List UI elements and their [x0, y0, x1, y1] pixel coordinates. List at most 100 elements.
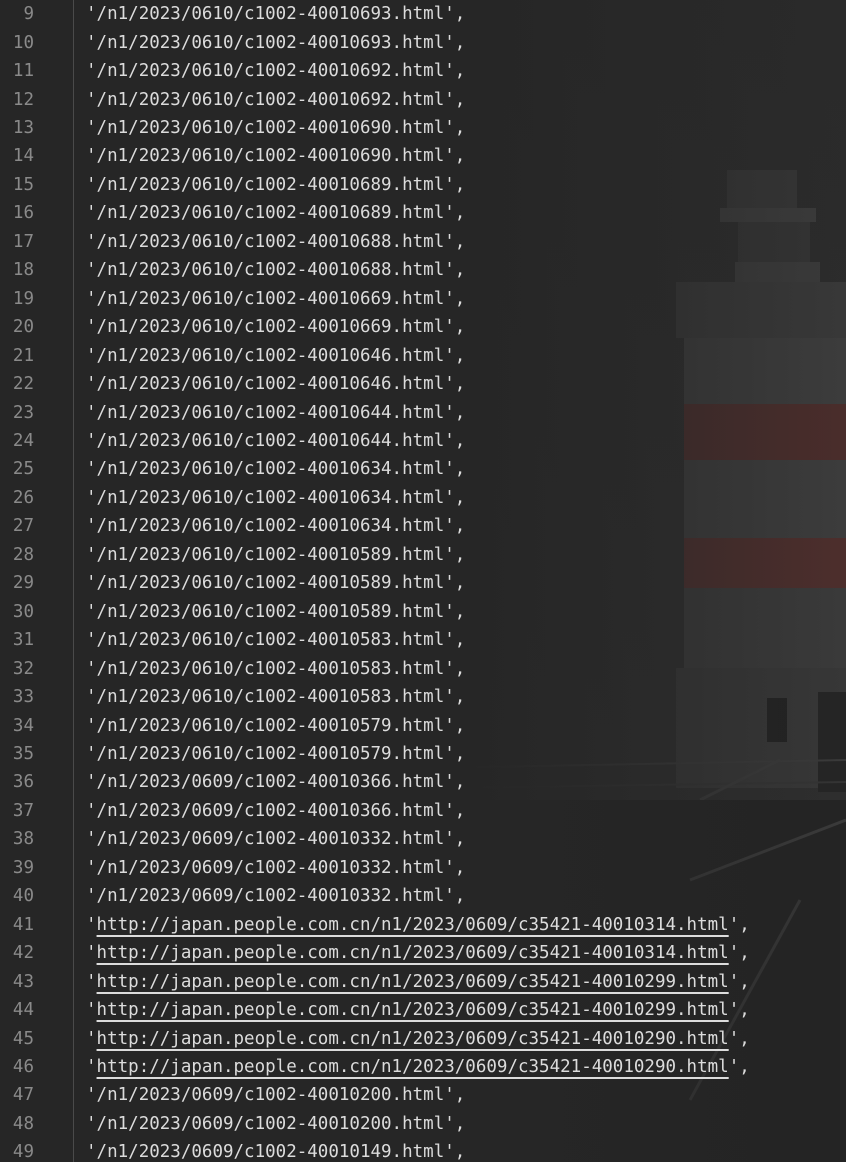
code-line[interactable]: 42 'http://japan.people.com.cn/n1/2023/06… — [0, 939, 846, 967]
code-text[interactable]: '/n1/2023/0609/c1002-40010200.html', — [86, 1114, 465, 1134]
code-text[interactable]: '/n1/2023/0610/c1002-40010583.html', — [86, 659, 465, 679]
code-line[interactable]: 18 '/n1/2023/0610/c1002-40010688.html', — [0, 256, 846, 284]
string-quote-open: ' — [86, 744, 97, 764]
code-line[interactable]: 45 'http://japan.people.com.cn/n1/2023/06… — [0, 1024, 846, 1052]
string-quote-close: ', — [444, 487, 466, 508]
code-text[interactable]: '/n1/2023/0609/c1002-40010200.html', — [86, 1085, 465, 1105]
code-line[interactable]: 47 '/n1/2023/0609/c1002-40010200.html', — [0, 1081, 846, 1109]
code-line[interactable]: 19 '/n1/2023/0610/c1002-40010669.html', — [0, 285, 846, 313]
string-quote-close: ', — [444, 744, 466, 764]
code-text[interactable]: '/n1/2023/0609/c1002-40010332.html', — [86, 829, 465, 849]
code-text[interactable]: 'http://japan.people.com.cn/n1/2023/0609… — [86, 1029, 750, 1049]
code-text[interactable]: '/n1/2023/0610/c1002-40010579.html', — [86, 716, 465, 736]
code-line[interactable]: 43 'http://japan.people.com.cn/n1/2023/06… — [0, 967, 846, 995]
path-string: /n1/2023/0610/c1002-40010589.html — [96, 544, 445, 565]
code-text[interactable]: '/n1/2023/0609/c1002-40010149.html', — [86, 1142, 465, 1162]
url-link[interactable]: http://japan.people.com.cn/n1/2023/0609/… — [97, 1029, 729, 1049]
code-text[interactable]: '/n1/2023/0609/c1002-40010332.html', — [86, 858, 465, 878]
string-quote-open: ' — [86, 829, 97, 850]
url-link[interactable]: http://japan.people.com.cn/n1/2023/0609/… — [97, 943, 729, 963]
code-text[interactable]: '/n1/2023/0610/c1002-40010690.html', — [86, 146, 465, 166]
code-line[interactable]: 26 '/n1/2023/0610/c1002-40010634.html', — [0, 484, 846, 512]
url-link[interactable]: http://japan.people.com.cn/n1/2023/0609/… — [97, 1000, 729, 1020]
code-line[interactable]: 29 '/n1/2023/0610/c1002-40010589.html', — [0, 569, 846, 597]
code-text[interactable]: '/n1/2023/0609/c1002-40010332.html', — [86, 886, 465, 906]
code-text[interactable]: '/n1/2023/0610/c1002-40010669.html', — [86, 289, 465, 309]
code-line[interactable]: 32 '/n1/2023/0610/c1002-40010583.html', — [0, 654, 846, 682]
code-editor[interactable]: 9 '/n1/2023/0610/c1002-40010693.html', 10 '… — [0, 0, 846, 1162]
code-text[interactable]: 'http://japan.people.com.cn/n1/2023/0609… — [86, 972, 750, 992]
code-line[interactable]: 9 '/n1/2023/0610/c1002-40010693.html', — [0, 0, 846, 28]
code-line[interactable]: 38 '/n1/2023/0609/c1002-40010332.html', — [0, 825, 846, 853]
code-text[interactable]: '/n1/2023/0610/c1002-40010589.html', — [86, 545, 465, 565]
code-line[interactable]: 30 '/n1/2023/0610/c1002-40010589.html', — [0, 598, 846, 626]
code-line[interactable]: 17 '/n1/2023/0610/c1002-40010688.html', — [0, 228, 846, 256]
code-text[interactable]: '/n1/2023/0610/c1002-40010692.html', — [86, 90, 465, 110]
code-line[interactable]: 41 'http://japan.people.com.cn/n1/2023/06… — [0, 911, 846, 939]
code-text[interactable]: 'http://japan.people.com.cn/n1/2023/0609… — [86, 1057, 750, 1077]
code-text[interactable]: '/n1/2023/0610/c1002-40010583.html', — [86, 630, 465, 650]
code-line[interactable]: 20 '/n1/2023/0610/c1002-40010669.html', — [0, 313, 846, 341]
path-string: /n1/2023/0609/c1002-40010200.html — [96, 1085, 445, 1106]
code-line[interactable]: 40 '/n1/2023/0609/c1002-40010332.html', — [0, 882, 846, 910]
code-text[interactable]: '/n1/2023/0610/c1002-40010692.html', — [86, 61, 465, 81]
code-text[interactable]: '/n1/2023/0610/c1002-40010589.html', — [86, 573, 465, 593]
string-quote-close: ', — [444, 800, 466, 821]
code-line[interactable]: 10 '/n1/2023/0610/c1002-40010693.html', — [0, 28, 846, 56]
path-string: /n1/2023/0610/c1002-40010589.html — [96, 573, 445, 594]
code-text[interactable]: '/n1/2023/0610/c1002-40010689.html', — [86, 175, 465, 195]
code-line[interactable]: 27 '/n1/2023/0610/c1002-40010634.html', — [0, 512, 846, 540]
code-text[interactable]: '/n1/2023/0610/c1002-40010634.html', — [86, 488, 465, 508]
code-line[interactable]: 13 '/n1/2023/0610/c1002-40010690.html', — [0, 114, 846, 142]
code-text[interactable]: '/n1/2023/0610/c1002-40010634.html', — [86, 516, 465, 536]
code-text[interactable]: '/n1/2023/0610/c1002-40010688.html', — [86, 232, 465, 252]
url-link[interactable]: http://japan.people.com.cn/n1/2023/0609/… — [97, 915, 729, 935]
code-text[interactable]: '/n1/2023/0610/c1002-40010589.html', — [86, 602, 465, 622]
code-line[interactable]: 15 '/n1/2023/0610/c1002-40010689.html', — [0, 171, 846, 199]
code-line[interactable]: 35 '/n1/2023/0610/c1002-40010579.html', — [0, 740, 846, 768]
code-text[interactable]: '/n1/2023/0609/c1002-40010366.html', — [86, 801, 465, 821]
code-line[interactable]: 25 '/n1/2023/0610/c1002-40010634.html', — [0, 455, 846, 483]
code-line[interactable]: 14 '/n1/2023/0610/c1002-40010690.html', — [0, 142, 846, 170]
code-line[interactable]: 28 '/n1/2023/0610/c1002-40010589.html', — [0, 541, 846, 569]
code-text[interactable]: 'http://japan.people.com.cn/n1/2023/0609… — [86, 915, 750, 935]
code-text[interactable]: '/n1/2023/0610/c1002-40010583.html', — [86, 687, 465, 707]
code-text[interactable]: '/n1/2023/0610/c1002-40010689.html', — [86, 203, 465, 223]
code-line[interactable]: 44 'http://japan.people.com.cn/n1/2023/06… — [0, 996, 846, 1024]
code-text[interactable]: '/n1/2023/0610/c1002-40010579.html', — [86, 744, 465, 764]
code-line[interactable]: 11 '/n1/2023/0610/c1002-40010692.html', — [0, 57, 846, 85]
code-line[interactable]: 36 '/n1/2023/0609/c1002-40010366.html', — [0, 768, 846, 796]
code-line[interactable]: 39 '/n1/2023/0609/c1002-40010332.html', — [0, 854, 846, 882]
code-text[interactable]: '/n1/2023/0610/c1002-40010634.html', — [86, 459, 465, 479]
code-text[interactable]: '/n1/2023/0610/c1002-40010690.html', — [86, 118, 465, 138]
code-line[interactable]: 33 '/n1/2023/0610/c1002-40010583.html', — [0, 683, 846, 711]
code-line[interactable]: 31 '/n1/2023/0610/c1002-40010583.html', — [0, 626, 846, 654]
url-link[interactable]: http://japan.people.com.cn/n1/2023/0609/… — [97, 1057, 729, 1077]
code-line[interactable]: 21 '/n1/2023/0610/c1002-40010646.html', — [0, 341, 846, 369]
code-text[interactable]: '/n1/2023/0610/c1002-40010646.html', — [86, 346, 465, 366]
code-line[interactable]: 24 '/n1/2023/0610/c1002-40010644.html', — [0, 427, 846, 455]
code-line[interactable]: 23 '/n1/2023/0610/c1002-40010644.html', — [0, 398, 846, 426]
code-text[interactable]: 'http://japan.people.com.cn/n1/2023/0609… — [86, 1000, 750, 1020]
code-line[interactable]: 49 '/n1/2023/0609/c1002-40010149.html', — [0, 1138, 846, 1162]
code-line[interactable]: 48 '/n1/2023/0609/c1002-40010200.html', — [0, 1110, 846, 1138]
code-line[interactable]: 34 '/n1/2023/0610/c1002-40010579.html', — [0, 711, 846, 739]
code-lines[interactable]: 9 '/n1/2023/0610/c1002-40010693.html', 10 '… — [0, 0, 846, 1162]
code-text[interactable]: 'http://japan.people.com.cn/n1/2023/0609… — [86, 943, 750, 963]
path-string: /n1/2023/0610/c1002-40010693.html — [96, 32, 445, 53]
code-text[interactable]: '/n1/2023/0610/c1002-40010688.html', — [86, 260, 465, 280]
code-line[interactable]: 12 '/n1/2023/0610/c1002-40010692.html', — [0, 85, 846, 113]
code-text[interactable]: '/n1/2023/0610/c1002-40010669.html', — [86, 317, 465, 337]
code-line[interactable]: 16 '/n1/2023/0610/c1002-40010689.html', — [0, 199, 846, 227]
code-text[interactable]: '/n1/2023/0610/c1002-40010646.html', — [86, 374, 465, 394]
code-line[interactable]: 46 'http://japan.people.com.cn/n1/2023/06… — [0, 1053, 846, 1081]
code-text[interactable]: '/n1/2023/0610/c1002-40010693.html', — [86, 4, 465, 24]
code-text[interactable]: '/n1/2023/0610/c1002-40010693.html', — [86, 33, 465, 53]
code-line[interactable]: 22 '/n1/2023/0610/c1002-40010646.html', — [0, 370, 846, 398]
url-link[interactable]: http://japan.people.com.cn/n1/2023/0609/… — [97, 972, 729, 992]
code-text[interactable]: '/n1/2023/0610/c1002-40010644.html', — [86, 431, 465, 451]
code-text[interactable]: '/n1/2023/0610/c1002-40010644.html', — [86, 403, 465, 423]
code-line[interactable]: 37 '/n1/2023/0609/c1002-40010366.html', — [0, 797, 846, 825]
line-number: 23 — [12, 402, 34, 423]
code-text[interactable]: '/n1/2023/0609/c1002-40010366.html', — [86, 772, 465, 792]
